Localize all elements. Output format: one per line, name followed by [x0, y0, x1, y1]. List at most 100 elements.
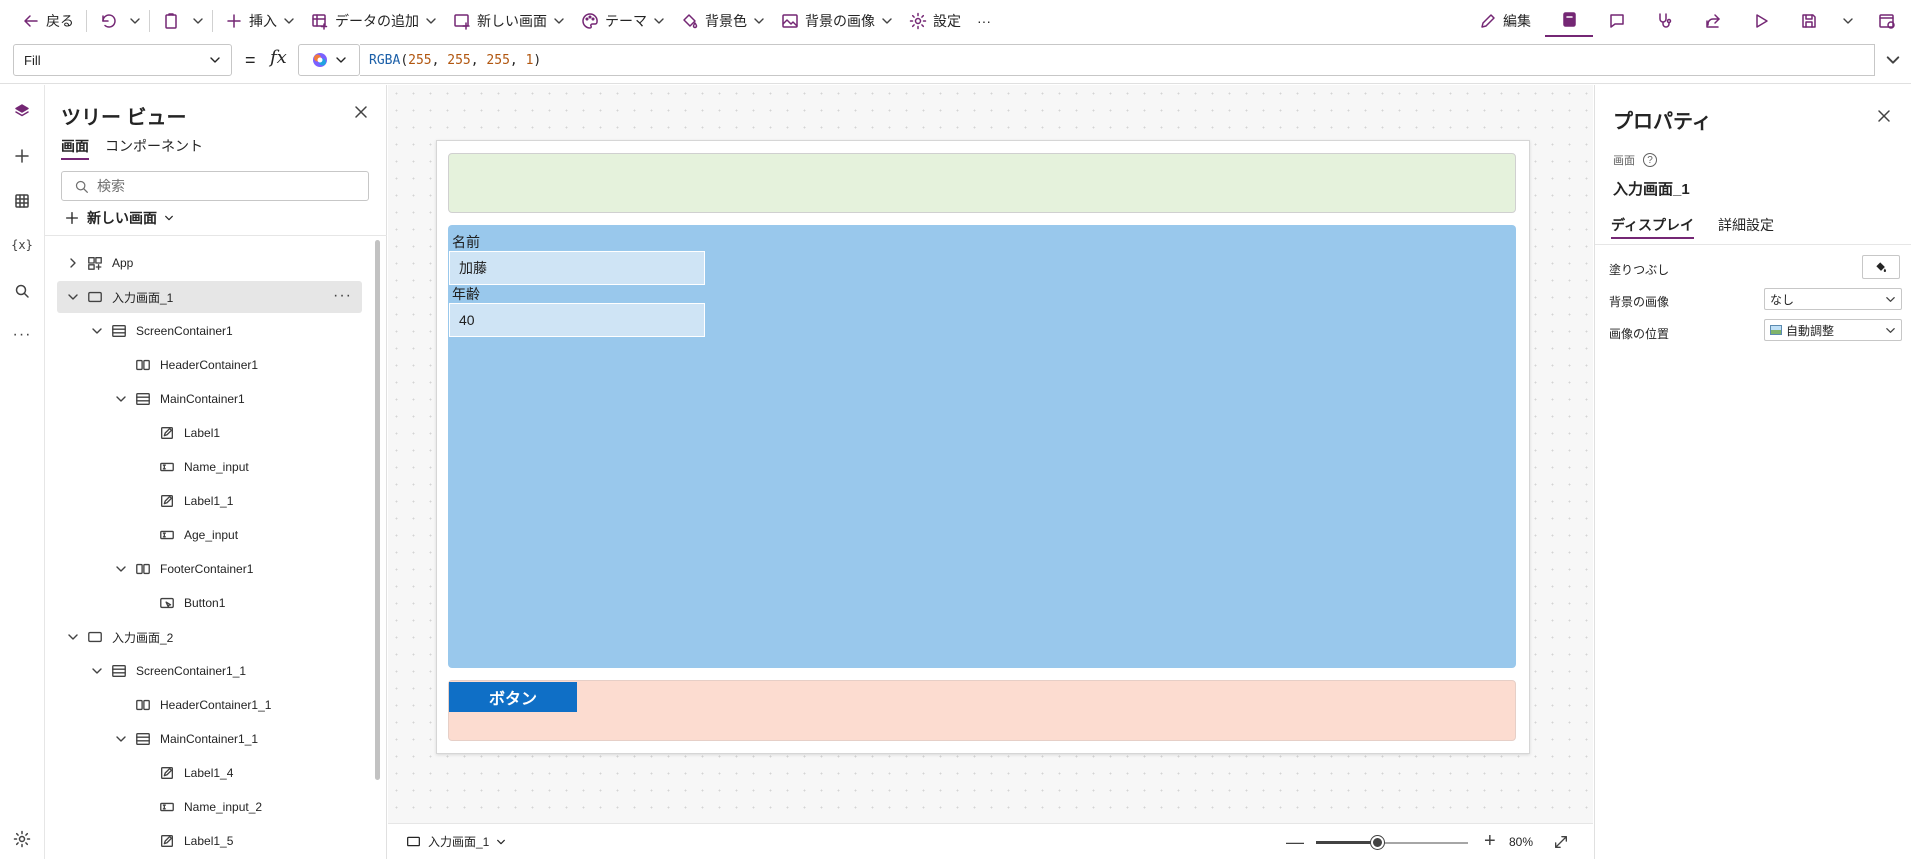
- add-data-menu[interactable]: データの追加: [303, 5, 445, 37]
- tree-item-label: Button1: [184, 596, 226, 610]
- close-icon[interactable]: [1875, 107, 1893, 125]
- edit-button[interactable]: 編集: [1471, 5, 1539, 37]
- zoom-out-button[interactable]: —: [1286, 832, 1304, 853]
- tree-search-input[interactable]: 検索: [61, 171, 369, 201]
- chevron-right-icon[interactable]: [67, 257, 79, 269]
- tree-item[interactable]: Name_input: [57, 451, 362, 483]
- tree-item[interactable]: Label1: [57, 417, 362, 449]
- tree-item[interactable]: MainContainer1: [57, 383, 362, 415]
- formula-arg: 1: [525, 52, 534, 68]
- background-color-menu[interactable]: 背景色: [673, 5, 773, 37]
- zoom-in-button[interactable]: +: [1484, 830, 1496, 853]
- chevron-down-icon[interactable]: [67, 291, 79, 303]
- settings-button[interactable]: 設定: [901, 5, 969, 37]
- app-button-label: ボタン: [488, 691, 537, 708]
- undo-button[interactable]: [91, 5, 125, 37]
- new-screen-menu[interactable]: 新しい画面: [445, 5, 573, 37]
- publish-button[interactable]: [1863, 5, 1911, 37]
- screen-picker[interactable]: 入力画面_1: [406, 833, 506, 850]
- tree-item[interactable]: 入力画面_1 ···: [57, 281, 362, 313]
- chevron-down-icon: [284, 18, 294, 24]
- formula-input[interactable]: RGBA(255, 255, 255, 1): [360, 44, 1875, 76]
- image-position-dropdown[interactable]: 自動調整: [1764, 319, 1902, 341]
- app-screen[interactable]: 名前 加藤 年齢 40 ボタン: [436, 140, 1530, 754]
- data-pane-button[interactable]: [8, 187, 36, 215]
- back-button[interactable]: 戻る: [14, 5, 82, 37]
- undo-icon: [102, 14, 116, 28]
- tab-display[interactable]: ディスプレイ: [1611, 215, 1695, 239]
- chevron-down-icon[interactable]: [115, 393, 127, 405]
- tree-item[interactable]: Age_input: [57, 519, 362, 551]
- search-pane-button[interactable]: [8, 277, 36, 305]
- fit-to-window-icon[interactable]: [1553, 834, 1569, 850]
- tree-item[interactable]: Label1_1: [57, 485, 362, 517]
- chevron-down-icon[interactable]: [115, 563, 127, 575]
- tree-item[interactable]: ScreenContainer1: [57, 315, 362, 347]
- more-options-icon[interactable]: ···: [333, 287, 352, 305]
- tree-scrollbar[interactable]: [375, 240, 380, 780]
- insert-pane-button[interactable]: [8, 142, 36, 170]
- new-screen-button[interactable]: 新しい画面: [64, 208, 174, 228]
- control-name: 入力画面_1: [1613, 181, 1690, 198]
- expand-formula-icon[interactable]: [1885, 52, 1901, 68]
- tree-item[interactable]: Name_input_2: [57, 791, 362, 823]
- background-image-dropdown[interactable]: なし: [1764, 288, 1902, 310]
- help-icon[interactable]: ?: [1643, 153, 1657, 167]
- tree-item[interactable]: HeaderContainer1: [57, 349, 362, 381]
- tree-item[interactable]: ScreenContainer1_1: [57, 655, 362, 687]
- background-image-menu[interactable]: 背景の画像: [773, 5, 901, 37]
- property-dropdown[interactable]: Fill: [13, 44, 232, 76]
- save-dropdown[interactable]: [1833, 5, 1863, 37]
- age-input[interactable]: 40: [449, 303, 705, 337]
- app-settings-button[interactable]: [8, 825, 36, 853]
- variables-pane-button[interactable]: {x}: [8, 231, 36, 259]
- chevron-down-icon: [336, 57, 346, 63]
- name-input[interactable]: 加藤: [449, 251, 705, 285]
- tree-item[interactable]: HeaderContainer1_1: [57, 689, 362, 721]
- chevron-down-icon[interactable]: [91, 325, 103, 337]
- footer-container[interactable]: ボタン: [448, 680, 1516, 741]
- vertical-container-icon: [136, 733, 150, 745]
- app-checker-button[interactable]: [1641, 5, 1689, 37]
- tree-item-label: Label1_1: [184, 494, 234, 508]
- tree-item[interactable]: App: [57, 247, 362, 279]
- header-container[interactable]: [448, 153, 1516, 213]
- chevron-down-icon[interactable]: [67, 631, 79, 643]
- paste-dropdown[interactable]: [188, 5, 208, 37]
- copilot-notebook-button[interactable]: [1545, 5, 1593, 37]
- tab-components[interactable]: コンポーネント: [105, 136, 203, 156]
- tab-screens[interactable]: 画面: [61, 136, 89, 160]
- tree-item-label: Name_input_2: [184, 800, 263, 814]
- divider: [86, 10, 87, 32]
- copilot-formula-button[interactable]: [298, 44, 360, 76]
- save-button[interactable]: [1785, 5, 1833, 37]
- tree-item[interactable]: 入力画面_2: [57, 621, 362, 653]
- comments-button[interactable]: [1593, 5, 1641, 37]
- undo-dropdown[interactable]: [125, 5, 145, 37]
- main-container[interactable]: 名前 加藤 年齢 40: [448, 225, 1516, 668]
- fill-color-picker[interactable]: [1862, 255, 1900, 279]
- paste-button[interactable]: [154, 5, 188, 37]
- tree-view-button[interactable]: [8, 97, 36, 125]
- zoom-slider-thumb[interactable]: [1370, 836, 1384, 849]
- tree-item[interactable]: FooterContainer1: [57, 553, 362, 585]
- image-position-value: 自動調整: [1786, 323, 1835, 338]
- more-commands-button[interactable]: ···: [969, 5, 999, 37]
- tree-item-label: App: [112, 256, 134, 270]
- share-button[interactable]: [1689, 5, 1737, 37]
- tab-advanced[interactable]: 詳細設定: [1718, 215, 1774, 235]
- more-panes-button[interactable]: ···: [8, 321, 36, 349]
- close-icon[interactable]: [352, 103, 370, 121]
- preview-button[interactable]: [1737, 5, 1785, 37]
- background-color-label: 背景色: [705, 13, 747, 29]
- tree-item[interactable]: Button1: [57, 587, 362, 619]
- tree-item[interactable]: Label1_4: [57, 757, 362, 789]
- tree-item[interactable]: MainContainer1_1: [57, 723, 362, 755]
- insert-menu[interactable]: 挿入: [217, 5, 303, 37]
- theme-menu[interactable]: テーマ: [573, 5, 673, 37]
- tree-item[interactable]: Label1_5: [57, 825, 362, 857]
- chevron-down-icon[interactable]: [91, 665, 103, 677]
- chevron-down-icon[interactable]: [115, 733, 127, 745]
- background-image-label: 背景の画像: [805, 13, 875, 29]
- app-button[interactable]: ボタン: [449, 682, 577, 712]
